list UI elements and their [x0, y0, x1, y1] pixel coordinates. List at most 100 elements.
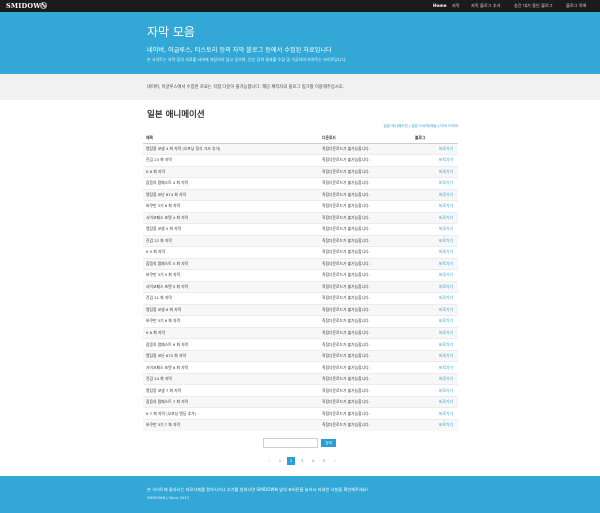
blog-link[interactable]: 바로가기 — [412, 361, 458, 374]
pagination-next[interactable]: › — [331, 457, 339, 465]
table-row: 명탐정 코넬 6 화 자막 직접다운로드가 불가능합니다. 바로가기 — [143, 303, 458, 316]
table-row: 사이코패스 포텐 4 화 자막 직접다운로드가 불가능합니다. 바로가기 — [143, 211, 458, 224]
row-download-status: 직접다운로드가 불가능합니다. — [319, 188, 412, 201]
row-title: K 5 화 자막 — [143, 246, 319, 259]
nav-item-add-blog[interactable]: 자막 블로그 추가 — [471, 3, 501, 9]
nav-item-blog-list[interactable]: 블로그 목록 — [566, 3, 587, 9]
notice-bar: 네이버, 이글루스에서 수집된 자료는 직접 다운이 불가능합니다. 해당 제작… — [0, 74, 600, 100]
row-download-status: 직접다운로드가 불가능합니다. — [319, 280, 412, 293]
search-button[interactable]: 검색 — [321, 439, 336, 447]
row-title: 사이코패스 포텐 4 화 자막 — [143, 211, 319, 224]
blog-link[interactable]: 바로가기 — [412, 234, 458, 247]
blog-link[interactable]: 바로가기 — [412, 142, 458, 155]
nav-item-home[interactable]: Home — [433, 3, 447, 8]
table-row: 잡음의 펌페스트 5 화 자막 직접다운로드가 불가능합니다. 바로가기 — [143, 257, 458, 270]
row-title: 바쿠만 3기 6 화 자막 — [143, 315, 319, 328]
hero-banner: 자막 모음 네이버, 이글루스, 티스토리 등의 자막 블로그 등에서 수집된 … — [0, 12, 600, 74]
hero-subtitle: 네이버, 이글루스, 티스토리 등의 자막 블로그 등에서 수집된 자료입니다 — [147, 47, 332, 54]
blog-link[interactable]: 바로가기 — [412, 395, 458, 408]
notice-text: 네이버, 이글루스에서 수집된 자료는 직접 다운이 불가능합니다. 해당 제작… — [147, 85, 345, 90]
blog-link[interactable]: 바로가기 — [412, 384, 458, 397]
row-download-status: 직접다운로드가 불가능합니다. — [319, 407, 412, 420]
subtitle-table: 제목 다운로드 블로그 명탐정 코넬 4 화 자막 (오프닝 정식 가사 추가)… — [143, 133, 458, 431]
page-link[interactable]: 3 — [298, 457, 306, 465]
blog-link[interactable]: 바로가기 — [412, 188, 458, 201]
category-filter-links[interactable]: 일본 애니메이션 | 일본 드라마/예능 | 미국 드라마 — [384, 124, 458, 129]
blog-link[interactable]: 바로가기 — [412, 177, 458, 190]
blog-link[interactable]: 바로가기 — [412, 269, 458, 282]
footer-text: 본 사이트에 올라오는 자료삭제를 원하시거나 추가를 원하시면 SMIDOWN… — [147, 487, 369, 492]
row-download-status: 직접다운로드가 불가능합니다. — [319, 395, 412, 408]
table-row: K 6 화 자막 직접다운로드가 불가능합니다. 바로가기 — [143, 165, 458, 178]
page-link[interactable]: 4 — [309, 457, 317, 465]
table-row: K 6 화 자막 직접다운로드가 불가능합니다. 바로가기 — [143, 326, 458, 339]
nav-item-subtitles[interactable]: 자막 — [452, 3, 460, 9]
table-row: 잡음의 펌페스트 6 화 자막 직접다운로드가 불가능합니다. 바로가기 — [143, 338, 458, 351]
blog-link[interactable]: 바로가기 — [412, 315, 458, 328]
blog-link[interactable]: 바로가기 — [412, 292, 458, 305]
blog-link[interactable]: 바로가기 — [412, 372, 458, 385]
search-input[interactable] — [263, 438, 318, 448]
footer: 본 사이트에 올라오는 자료삭제를 원하시거나 추가를 원하시면 SMIDOWN… — [0, 476, 600, 513]
blog-link[interactable]: 바로가기 — [412, 303, 458, 316]
row-download-status: 직접다운로드가 불가능합니다. — [319, 142, 412, 155]
table-row: 사이코패스 포텐 6 화 자막 직접다운로드가 불가능합니다. 바로가기 — [143, 361, 458, 374]
blog-link[interactable]: 바로가기 — [412, 349, 458, 362]
row-title: 사이코패스 포텐 6 화 자막 — [143, 361, 319, 374]
row-title: 명탐정 코넬 4 화 자막 (오프닝 정식 가사 추가) — [143, 142, 319, 155]
table-row: 사이코패스 포텐 5 화 자막 직접다운로드가 불가능합니다. 바로가기 — [143, 280, 458, 293]
row-title: 명탐정 코넬 6 화 자막 — [143, 303, 319, 316]
column-header-title: 제목 — [143, 133, 319, 144]
gear-icon[interactable] — [40, 2, 47, 9]
blog-link[interactable]: 바로가기 — [412, 165, 458, 178]
row-title: K 6 화 자막 — [143, 326, 319, 339]
row-download-status: 직접다운로드가 불가능합니다. — [319, 361, 412, 374]
blog-link[interactable]: 바로가기 — [412, 280, 458, 293]
table-row: 진검 24 화 자막 직접다운로드가 불가능합니다. 바로가기 — [143, 372, 458, 385]
row-download-status: 직접다운로드가 불가능합니다. — [319, 315, 412, 328]
page-link[interactable]: 5 — [320, 457, 328, 465]
row-title: K 7 화 자막 (오프닝 엔딩 추가) — [143, 407, 319, 420]
table-row: 잡음의 펌페스트 7 화 자막 직접다운로드가 불가능합니다. 바로가기 — [143, 395, 458, 408]
table-row: 바쿠만 3기 7 화 자막 직접다운로드가 불가능합니다. 바로가기 — [143, 418, 458, 431]
blog-link[interactable]: 바로가기 — [412, 200, 458, 213]
page-title: 자막 모음 — [147, 25, 195, 39]
blog-link[interactable]: 바로가기 — [412, 154, 458, 167]
table-row: 명탐정 코넬 7 화 자막 직접다운로드가 불가능합니다. 바로가기 — [143, 384, 458, 397]
row-title: K 6 화 자막 — [143, 165, 319, 178]
blog-link[interactable]: 바로가기 — [412, 257, 458, 270]
row-title: 잡음의 펌페스트 5 화 자막 — [143, 257, 319, 270]
blog-link[interactable]: 바로가기 — [412, 246, 458, 259]
table-row: 바쿠만 3기 5 화 자막 직접다운로드가 불가능합니다. 바로가기 — [143, 269, 458, 282]
row-download-status: 직접다운로드가 불가능합니다. — [319, 234, 412, 247]
blog-link[interactable]: 바로가기 — [412, 407, 458, 420]
row-title: 진검 24 화 자막 — [143, 372, 319, 385]
page-link[interactable]: 1 — [276, 457, 284, 465]
table-row: K 7 화 자막 (오프닝 엔딩 추가) 직접다운로드가 불가능합니다. 바로가기 — [143, 407, 458, 420]
blog-link[interactable]: 바로가기 — [412, 223, 458, 236]
blog-link[interactable]: 바로가기 — [412, 211, 458, 224]
row-title: 진검 22 화 자막 — [143, 234, 319, 247]
row-download-status: 직접다운로드가 불가능합니다. — [319, 372, 412, 385]
blog-link[interactable]: 바로가기 — [412, 326, 458, 339]
row-download-status: 직접다운로드가 불가능합니다. — [319, 269, 412, 282]
blog-link[interactable]: 바로가기 — [412, 338, 458, 351]
blog-link[interactable]: 바로가기 — [412, 418, 458, 431]
footer-copyright: SMIDOWN | Since 2013 — [147, 496, 189, 500]
row-title: 잡음의 펌페스트 6 화 자막 — [143, 338, 319, 351]
table-row: 진검 23 화 자막 직접다운로드가 불가능합니다. 바로가기 — [143, 154, 458, 167]
row-download-status: 직접다운로드가 불가능합니다. — [319, 303, 412, 316]
row-download-status: 직접다운로드가 불가능합니다. — [319, 338, 412, 351]
nav-item-pending-blogs[interactable]: 송간 대기 중인 블로그 — [514, 3, 553, 9]
top-navbar: SMIDOWN Home 자막 자막 블로그 추가 송간 대기 중인 블로그 블… — [0, 0, 600, 12]
row-download-status: 직접다운로드가 불가능합니다. — [319, 200, 412, 213]
table-row: 바쿠만 3기 6 화 자막 직접다운로드가 불가능합니다. 바로가기 — [143, 200, 458, 213]
page-link-current[interactable]: 2 — [287, 457, 295, 465]
pagination-prev[interactable]: ‹ — [265, 457, 273, 465]
hero-description: 본 사이트는 자막 등의 자료를 서버에 저장하지 않고 있으며, 단순 검색 … — [147, 57, 347, 62]
row-download-status: 직접다운로드가 불가능합니다. — [319, 257, 412, 270]
row-download-status: 직접다운로드가 불가능합니다. — [319, 384, 412, 397]
column-header-blog: 블로그 — [412, 133, 458, 144]
row-download-status: 직접다운로드가 불가능합니다. — [319, 154, 412, 167]
row-title: 바쿠만 3기 7 화 자막 — [143, 418, 319, 431]
